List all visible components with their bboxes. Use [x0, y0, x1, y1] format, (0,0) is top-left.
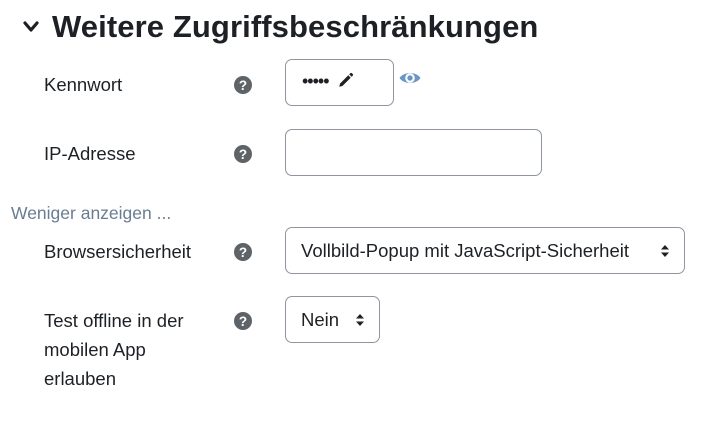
password-value: •••••: [302, 71, 329, 91]
browser-security-value: Vollbild-Popup mit JavaScript-Sicherheit: [301, 239, 630, 261]
offline-help-icon[interactable]: ?: [233, 311, 253, 331]
section-header-toggle[interactable]: Weitere Zugriffsbeschränkungen: [22, 6, 538, 48]
browser-security-help-icon[interactable]: ?: [233, 242, 253, 262]
offline-label: Test offline in der mobilen App erlauben: [44, 306, 184, 393]
password-label: Kennwort: [44, 74, 123, 95]
browser-security-select[interactable]: Vollbild-Popup mit JavaScript-Sicherheit: [285, 227, 685, 274]
browser-security-label: Browsersicherheit: [44, 241, 192, 262]
offline-label-line: Test offline in der: [44, 310, 184, 331]
sort-caret-icon: [355, 313, 365, 327]
offline-label-line: erlauben: [44, 368, 117, 389]
ip-address-label: IP-Adresse: [44, 143, 136, 164]
show-less-link[interactable]: Weniger anzeigen ...: [11, 201, 171, 225]
sort-caret-icon: [660, 244, 670, 258]
section-title: Weitere Zugriffsbeschränkungen: [52, 9, 539, 44]
password-field[interactable]: •••••: [285, 59, 394, 106]
pencil-icon: [337, 72, 354, 94]
eye-icon[interactable]: [398, 68, 422, 88]
ip-address-input[interactable]: [285, 129, 542, 176]
svg-text:?: ?: [239, 147, 247, 162]
offline-value: Nein: [301, 308, 340, 330]
svg-text:?: ?: [239, 245, 247, 260]
offline-label-line: mobilen App: [44, 339, 146, 360]
svg-text:?: ?: [239, 78, 247, 93]
password-help-icon[interactable]: ?: [233, 75, 253, 95]
ip-address-help-icon[interactable]: ?: [233, 144, 253, 164]
offline-select[interactable]: Nein: [285, 296, 380, 343]
svg-text:?: ?: [239, 314, 247, 329]
chevron-down-icon: [22, 12, 52, 42]
